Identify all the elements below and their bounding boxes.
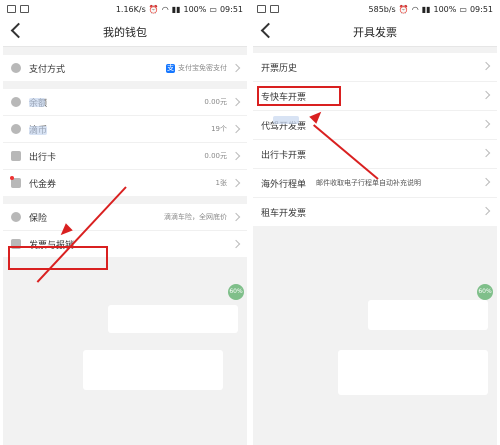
- obscured-area: [108, 305, 238, 333]
- chevron-right-icon: [231, 124, 241, 134]
- floating-badge[interactable]: 60%: [477, 284, 493, 300]
- wifi-icon: ◠: [411, 4, 419, 14]
- signal-icon: ▮▮: [421, 4, 431, 14]
- payment-method-value: 支付宝免密支付: [178, 64, 227, 72]
- obscured-area: [338, 350, 488, 395]
- blur-mark: [273, 116, 299, 124]
- row-invoice-history[interactable]: 开票历史: [253, 53, 497, 82]
- coins-value: 19个: [211, 125, 227, 133]
- back-arrow-icon[interactable]: [260, 22, 277, 39]
- network-speed: 585b/s: [368, 4, 396, 14]
- floating-badge[interactable]: 60%: [228, 284, 244, 300]
- coin-icon: [11, 97, 21, 107]
- chevron-right-icon: [231, 178, 241, 188]
- card-icon: [11, 151, 21, 161]
- wallet-screen: 1.16K/s ⏰ ◠ ▮▮ 100% ▭ 09:51 我的钱包 支付方式 支支…: [3, 0, 247, 445]
- row-overseas-itinerary[interactable]: 海外行程单 邮件收取电子行程单自动补充说明: [253, 169, 497, 198]
- obscured-area: [83, 350, 223, 390]
- voucher-icon: [10, 176, 21, 188]
- alarm-icon: ⏰: [148, 4, 159, 14]
- invoice-screen: 585b/s ⏰ ◠ ▮▮ 100% ▭ 09:51 开具发票 开票历史 专快车…: [253, 0, 497, 445]
- blur-mark: [29, 98, 45, 107]
- wifi-icon: ◠: [161, 4, 169, 14]
- notification-icon: [270, 5, 279, 13]
- umbrella-icon: [11, 212, 21, 222]
- status-bar: 1.16K/s ⏰ ◠ ▮▮ 100% ▭ 09:51: [3, 0, 247, 18]
- travel-card-value: 0.00元: [204, 152, 227, 160]
- battery-level: 100%: [433, 4, 457, 14]
- chevron-right-icon: [231, 97, 241, 107]
- row-payment-method[interactable]: 支付方式 支支付宝免密支付: [3, 55, 247, 81]
- voucher-value: 1张: [215, 179, 227, 187]
- back-arrow-icon[interactable]: [10, 22, 27, 39]
- battery-icon: ▭: [209, 4, 217, 14]
- notification-icon: [20, 5, 29, 13]
- chevron-right-icon: [481, 177, 491, 187]
- invoice-options: 开票历史 专快车开票 代驾开发票 出行卡开票 海外行程单 邮件收取电子行程单自动…: [253, 53, 497, 226]
- clock: 09:51: [469, 4, 493, 14]
- row-voucher[interactable]: 代金券 1张: [3, 170, 247, 196]
- shield-icon: [11, 63, 21, 73]
- clock: 09:51: [219, 4, 243, 14]
- chevron-right-icon: [231, 63, 241, 73]
- payment-group: 支付方式 支支付宝免密支付: [3, 55, 247, 81]
- itinerary-note: 邮件收取电子行程单自动补充说明: [316, 179, 422, 187]
- alipay-icon: 支: [166, 63, 175, 73]
- network-speed: 1.16K/s: [115, 4, 146, 14]
- nav-bar: 开具发票: [253, 18, 497, 47]
- balance-value: 0.00元: [204, 98, 227, 106]
- page-title: 我的钱包: [103, 26, 147, 39]
- chevron-right-icon: [231, 212, 241, 222]
- status-bar: 585b/s ⏰ ◠ ▮▮ 100% ▭ 09:51: [253, 0, 497, 18]
- row-car-rental-invoice[interactable]: 租车开发票: [253, 198, 497, 226]
- battery-icon: ▭: [459, 4, 467, 14]
- image-icon: [7, 5, 16, 13]
- blur-mark: [29, 126, 47, 135]
- battery-level: 100%: [183, 4, 207, 14]
- obscured-area: [368, 300, 488, 330]
- page-title: 开具发票: [353, 26, 397, 39]
- row-insurance[interactable]: 保险 滴滴车险，全网底价: [3, 204, 247, 231]
- row-travel-card-invoice[interactable]: 出行卡开票: [253, 140, 497, 169]
- nav-bar: 我的钱包: [3, 18, 247, 47]
- row-travel-card[interactable]: 出行卡 0.00元: [3, 143, 247, 170]
- image-icon: [257, 5, 266, 13]
- signal-icon: ▮▮: [171, 4, 181, 14]
- didi-coin-icon: [11, 124, 21, 134]
- insurance-value: 滴滴车险，全网底价: [164, 213, 227, 221]
- highlight-express-car-invoice: [257, 86, 341, 106]
- chevron-right-icon: [231, 151, 241, 161]
- alarm-icon: ⏰: [398, 4, 409, 14]
